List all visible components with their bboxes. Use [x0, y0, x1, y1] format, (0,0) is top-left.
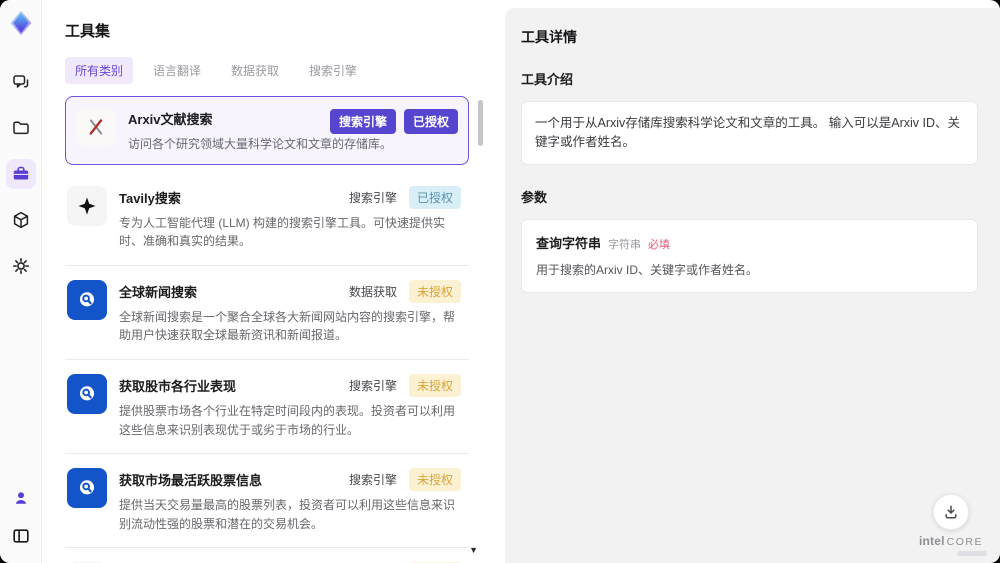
category-tab[interactable]: 数据获取	[221, 57, 289, 84]
parameter-required-flag: 必填	[648, 238, 671, 251]
intro-heading: 工具介绍	[521, 72, 574, 87]
category-tab-label: 语言翻译	[153, 64, 202, 78]
tools-panel: 工具集 所有类别 语言翻译 数据获取 搜索引擎 Arxiv文献搜索 访问各个研究…	[42, 0, 497, 563]
tool-card[interactable]: Tavily搜索 专为人工智能代理 (LLM) 构建的搜索引擎工具。可快速提供实…	[65, 171, 469, 266]
tool-details-panel: 工具详情 工具介绍 一个用于从Arxiv存储库搜索科学论文和文章的工具。 输入可…	[505, 8, 1000, 563]
search-blue-icon	[67, 373, 107, 414]
app-logo-gem-icon	[7, 9, 35, 37]
parameter-head: 查询字符串 字符串 必填	[536, 233, 963, 252]
category-tab-label: 数据获取	[231, 64, 280, 78]
tool-category-badge: 数据获取	[348, 284, 397, 299]
tool-category-badge: 搜索引擎	[348, 473, 397, 488]
parameter-desc: 用于搜索的Arxiv ID、关键字或作者姓名。	[536, 262, 759, 277]
category-tab-label: 所有类别	[75, 64, 124, 78]
briefcase-icon[interactable]	[5, 159, 36, 189]
tool-auth-badge: 已授权	[403, 109, 458, 134]
search-blue-icon	[67, 468, 107, 509]
brand-subline-bar	[957, 551, 987, 556]
tool-desc: 全球新闻搜索是一个聚合全球各大新闻网站内容的搜索引擎，帮助用户快速获取全球最新资…	[119, 309, 456, 343]
details-title: 工具详情	[521, 29, 577, 45]
search-blue-icon	[67, 279, 107, 320]
rail-nav	[5, 67, 36, 281]
tool-badges: 搜索引擎 已授权	[348, 185, 461, 209]
app-window: 工具集 所有类别 语言翻译 数据获取 搜索引擎 Arxiv文献搜索 访问各个研究…	[0, 0, 1000, 563]
download-button[interactable]	[933, 493, 969, 530]
tool-category-badge: 搜索引擎	[348, 378, 397, 393]
tool-card[interactable]: 获取股市各行业表现 提供股票市场各个行业在特定时间段内的表现。投资者可以利用这些…	[65, 359, 469, 455]
intel-core-logo: intel CORE	[915, 533, 987, 556]
tool-card[interactable]: Arxiv文献搜索 访问各个研究领域大量科学论文和文章的存储库。 搜索引擎 已授…	[65, 96, 469, 165]
tool-auth-badge: 未授权	[408, 468, 461, 492]
tool-card[interactable]: 全球新闻搜索 全球新闻搜索是一个聚合全球各大新闻网站内容的搜索引擎，帮助用户快速…	[65, 265, 469, 360]
tool-category-badge: 搜索引擎	[329, 109, 396, 134]
arxiv-icon	[76, 107, 116, 147]
parameter-type: 字符串	[608, 238, 642, 251]
tool-badges: 搜索引擎 未授权	[348, 373, 461, 397]
tool-card[interactable]: 获取市场最活跃股票信息 提供当天交易量最高的股票列表，投资者可以利用这些信息来识…	[65, 454, 469, 549]
tool-badges: 搜索引擎 已授权	[329, 109, 458, 134]
rail-bottom	[6, 483, 36, 551]
intro-text-box: 一个用于从Arxiv存储库搜索科学论文和文章的工具。 输入可以是Arxiv ID…	[521, 101, 978, 165]
tools-panel-title: 工具集	[65, 23, 111, 40]
brand-core: CORE	[946, 535, 983, 548]
download-icon	[945, 504, 957, 519]
user-icon[interactable]	[6, 483, 36, 513]
cube-icon[interactable]	[6, 205, 36, 235]
category-tab-label: 搜索引擎	[309, 64, 358, 78]
corner-widget: intel CORE	[915, 493, 987, 556]
category-tab[interactable]: 搜索引擎	[299, 57, 367, 84]
tool-badges: 搜索引擎 未授权	[348, 468, 461, 492]
scroll-down-caret-icon[interactable]: ▼	[469, 546, 478, 555]
tool-desc: 提供股票市场各个行业在特定时间段内的表现。投资者可以利用这些信息来识别表现优于或…	[119, 403, 456, 437]
tool-auth-badge: 已授权	[408, 185, 461, 209]
parameter-card: 查询字符串 字符串 必填 用于搜索的Arxiv ID、关键字或作者姓名。	[521, 218, 978, 293]
params-heading: 参数	[521, 189, 548, 205]
tool-list: Arxiv文献搜索 访问各个研究领域大量科学论文和文章的存储库。 搜索引擎 已授…	[65, 96, 483, 563]
tool-desc: 提供当天交易量最高的股票列表，投资者可以利用这些信息来识别流动性强的股票和潜在的…	[119, 498, 456, 531]
category-tabs: 所有类别 语言翻译 数据获取 搜索引擎	[65, 57, 483, 84]
scrollbar-thumb[interactable]	[478, 100, 483, 146]
parameter-name: 查询字符串	[536, 235, 602, 251]
category-tab[interactable]: 语言翻译	[143, 57, 211, 84]
tool-auth-badge: 未授权	[408, 373, 461, 397]
icon-rail	[0, 0, 42, 563]
tool-auth-badge: 未授权	[408, 279, 461, 303]
tavily-icon	[67, 185, 107, 226]
tool-category-badge: 搜索引擎	[348, 190, 397, 205]
panels-icon[interactable]	[6, 521, 36, 551]
folder-icon[interactable]	[6, 113, 36, 143]
category-tab[interactable]: 所有类别	[65, 57, 134, 84]
tool-card[interactable]: 万维地区新闻查询 查询具体行政区划内的新闻，快速了解各地新闻动 搜索引擎 未授权	[65, 548, 469, 563]
gear-icon[interactable]	[6, 251, 36, 281]
tool-desc: 专为人工智能代理 (LLM) 构建的搜索引擎工具。可快速提供实时、准确和真实的结…	[119, 215, 446, 249]
chat-icon[interactable]	[6, 67, 36, 97]
brand-intel: intel	[918, 533, 945, 548]
tool-badges: 数据获取 未授权	[348, 279, 461, 303]
tool-desc: 访问各个研究领域大量科学论文和文章的存储库。	[128, 137, 393, 151]
